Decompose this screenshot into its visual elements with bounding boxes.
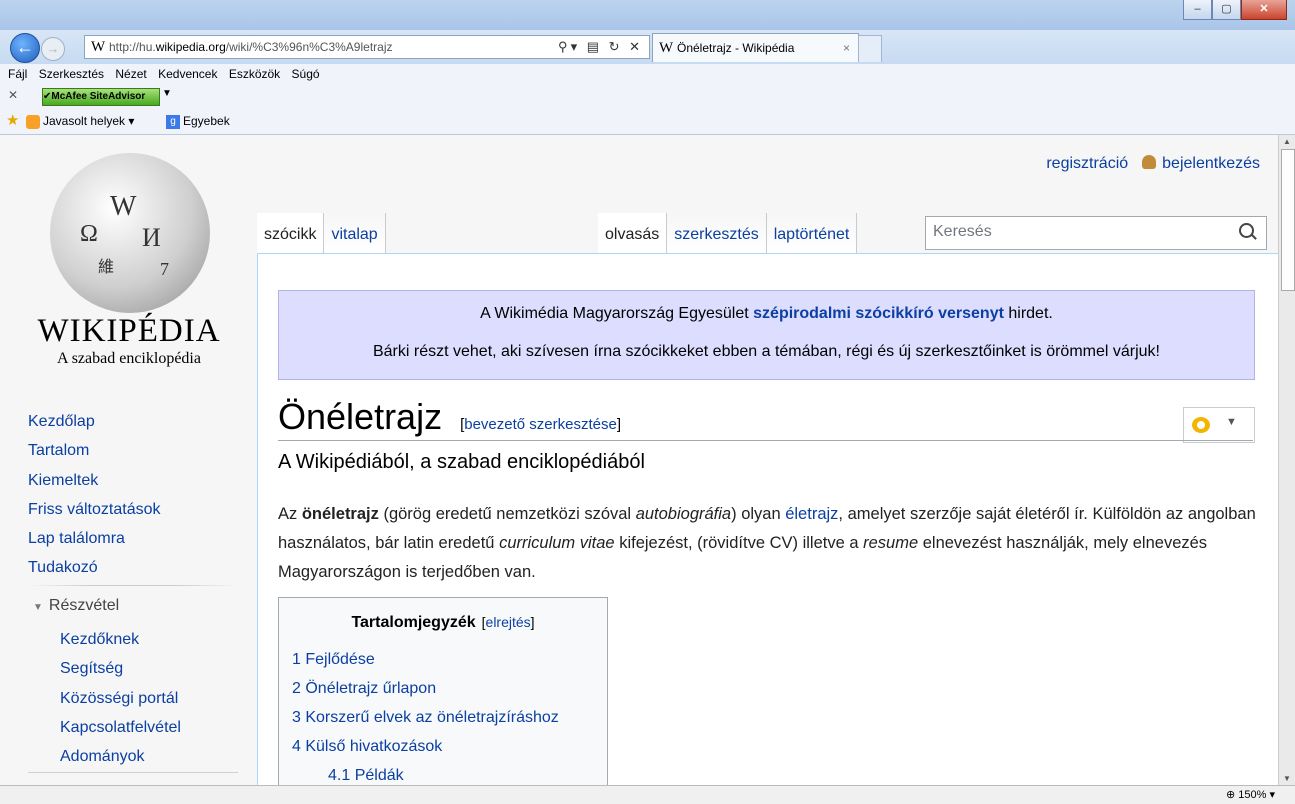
address-bar[interactable]: W http://hu.wikipedia.org/wiki/%C3%96n%C… (84, 35, 650, 59)
address-url: http://hu.wikipedia.org/wiki/%C3%96n%C3%… (109, 40, 393, 54)
watch-button[interactable]: ▼ (1183, 407, 1255, 443)
menu-favorites[interactable]: Kedvencek (158, 67, 217, 81)
site-notice: A Wikimédia Magyarország Egyesület szépi… (278, 290, 1255, 380)
suggested-sites-link[interactable]: Javasolt helyek ▾ (26, 108, 134, 134)
notice-line-2: Bárki részt vehet, aki szívesen írna szó… (372, 343, 1160, 360)
sidebar-item-random-page[interactable]: Lap találomra (28, 524, 160, 553)
page-title: Önéletrajz [bevezető szerkesztése] (278, 396, 621, 437)
notice-link[interactable]: szépirodalmi szócikkíró versenyt (753, 305, 1004, 322)
browser-tab[interactable]: W Önéletrajz - Wikipédia × (652, 33, 859, 62)
title-divider (278, 440, 1253, 441)
participation-links: Kezdőknek Segítség Közösségi portál Kapc… (60, 625, 181, 771)
sidebar-item-contents[interactable]: Tartalom (28, 436, 160, 465)
tab-title: Önéletrajz - Wikipédia (677, 41, 795, 55)
site-favicon-icon: W (91, 39, 106, 55)
sidebar-item-main-page[interactable]: Kezdőlap (28, 407, 160, 436)
biography-link[interactable]: életrajz (785, 505, 838, 523)
scrollbar-thumb[interactable] (1281, 149, 1295, 291)
new-tab-button[interactable] (858, 35, 882, 62)
favorites-star-icon[interactable]: ★ (6, 108, 19, 134)
wikipedia-wordmark: WIKIPÉDIA (37, 313, 221, 349)
mcafee-toolbar: ✕ ✔McAfee SiteAdvisor ▼ (0, 84, 1295, 108)
tab-edit[interactable]: szerkesztés (667, 213, 767, 253)
notice-line-1: A Wikimédia Magyarország Egyesület szépi… (480, 305, 1053, 322)
table-of-contents: Tartalomjegyzék [elrejtés] 1 Fejlődése 2 … (278, 597, 608, 785)
menu-help[interactable]: Súgó (292, 67, 320, 81)
wikipedia-globe-logo[interactable]: W Ω И 維 7 (50, 153, 210, 313)
sidebar-item-featured[interactable]: Kiemeltek (28, 466, 160, 495)
sidebar-item-contact[interactable]: Kapcsolatfelvétel (60, 713, 181, 742)
toc-item[interactable]: 4.1 Példák (328, 761, 559, 785)
personal-tools: regisztráció bejelentkezés (1046, 155, 1260, 173)
navigation-row: ← → W http://hu.wikipedia.org/wiki/%C3%9… (0, 30, 1295, 87)
participation-heading[interactable]: ▼ Részvétel (33, 597, 119, 615)
other-favorites-link[interactable]: g Egyebek (166, 108, 230, 134)
toc-item[interactable]: 2 Önéletrajz űrlapon (292, 674, 559, 703)
view-tabs: olvasás szerkesztés laptörténet (598, 213, 858, 253)
zoom-control[interactable]: ⊕ 150% ▾ (1226, 786, 1275, 804)
sidebar-navigation: Kezdőlap Tartalom Kiemeltek Friss változ… (28, 407, 160, 583)
tab-favicon-icon: W (659, 40, 674, 56)
tab-close-icon[interactable]: × (843, 34, 850, 62)
scroll-down-icon[interactable]: ▼ (1283, 774, 1291, 783)
tab-talk[interactable]: vitalap (324, 213, 386, 253)
toc-title: Tartalomjegyzék [elrejtés] (351, 614, 535, 631)
sidebar-item-reference-desk[interactable]: Tudakozó (28, 553, 160, 582)
intro-paragraph: Az önéletrajz (görög eredetű nemzetközi … (278, 505, 1256, 581)
web-page: W Ω И 維 7 WIKIPÉDIA A szabad enciklopédi… (0, 135, 1278, 785)
menu-view[interactable]: Nézet (115, 67, 146, 81)
tab-read[interactable]: olvasás (598, 213, 668, 253)
scroll-up-icon[interactable]: ▲ (1283, 137, 1291, 146)
article-content: A Wikimédia Magyarország Egyesület szépi… (257, 253, 1278, 785)
address-actions[interactable]: ⚲▾ ▤ ↻ ✕ (558, 36, 643, 58)
forward-button[interactable]: → (41, 37, 65, 61)
login-link[interactable]: bejelentkezés (1162, 155, 1260, 172)
tab-spacer (386, 213, 578, 253)
status-bar: ⊕ 150% ▾ (0, 785, 1295, 804)
toc-list: 1 Fejlődése 2 Önéletrajz űrlapon 3 Korsz… (292, 645, 559, 785)
close-window-button[interactable]: ✕ (1241, 0, 1287, 20)
tab-article[interactable]: szócikk (257, 213, 325, 253)
sidebar-item-community-portal[interactable]: Közösségi portál (60, 684, 181, 713)
search-placeholder: Keresés (933, 223, 992, 240)
toc-item[interactable]: 4 Külső hivatkozások (292, 732, 559, 761)
window-titlebar: – ▢ ✕ (0, 0, 1295, 30)
page-subtitle: A Wikipédiából, a szabad enciklopédiából (278, 451, 645, 473)
toc-item[interactable]: 1 Fejlődése (292, 645, 559, 674)
window-controls: – ▢ ✕ (1183, 0, 1287, 20)
menu-edit[interactable]: Szerkesztés (39, 67, 104, 81)
maximize-button[interactable]: ▢ (1212, 0, 1241, 20)
sidebar-divider-bottom (28, 772, 238, 773)
tab-history[interactable]: laptörténet (766, 213, 858, 253)
menu-file[interactable]: Fájl (8, 67, 27, 81)
toc-hide-link[interactable]: elrejtés (486, 614, 531, 630)
user-icon (1142, 155, 1157, 169)
mcafee-dropdown-icon[interactable]: ▼ (162, 88, 172, 99)
vertical-scrollbar[interactable]: ▲ ▼ (1278, 135, 1295, 785)
mcafee-siteadvisor-button[interactable]: ✔McAfee SiteAdvisor (42, 88, 160, 106)
search-icon[interactable] (1239, 223, 1254, 238)
wikipedia-tagline: A szabad enciklopédia (57, 350, 201, 367)
sidebar-item-help[interactable]: Segítség (60, 654, 181, 683)
search-input[interactable]: Keresés (925, 216, 1267, 250)
sidebar-divider (28, 585, 238, 586)
sidebar-item-donations[interactable]: Adományok (60, 742, 181, 771)
collapse-triangle-icon: ▼ (33, 602, 43, 613)
eye-icon (1192, 417, 1210, 433)
back-button[interactable]: ← (10, 33, 40, 63)
close-toolbar-icon[interactable]: ✕ (8, 88, 18, 102)
menu-bar: Fájl Szerkesztés Nézet Kedvencek Eszközö… (0, 64, 1295, 84)
menu-tools[interactable]: Eszközök (229, 67, 280, 81)
sidebar-item-recent-changes[interactable]: Friss változtatások (28, 495, 160, 524)
chevron-down-icon: ▼ (1226, 416, 1237, 428)
favorites-bar: ★ Javasolt helyek ▾ g Egyebek (0, 108, 1295, 135)
register-link[interactable]: regisztráció (1046, 155, 1128, 172)
edit-section-link: [bevezető szerkesztése] (460, 416, 621, 433)
toc-item[interactable]: 3 Korszerű elvek az önéletrajzíráshoz (292, 703, 559, 732)
namespace-tabs: szócikk vitalap (257, 213, 578, 253)
minimize-button[interactable]: – (1183, 0, 1212, 20)
sidebar-item-beginners[interactable]: Kezdőknek (60, 625, 181, 654)
